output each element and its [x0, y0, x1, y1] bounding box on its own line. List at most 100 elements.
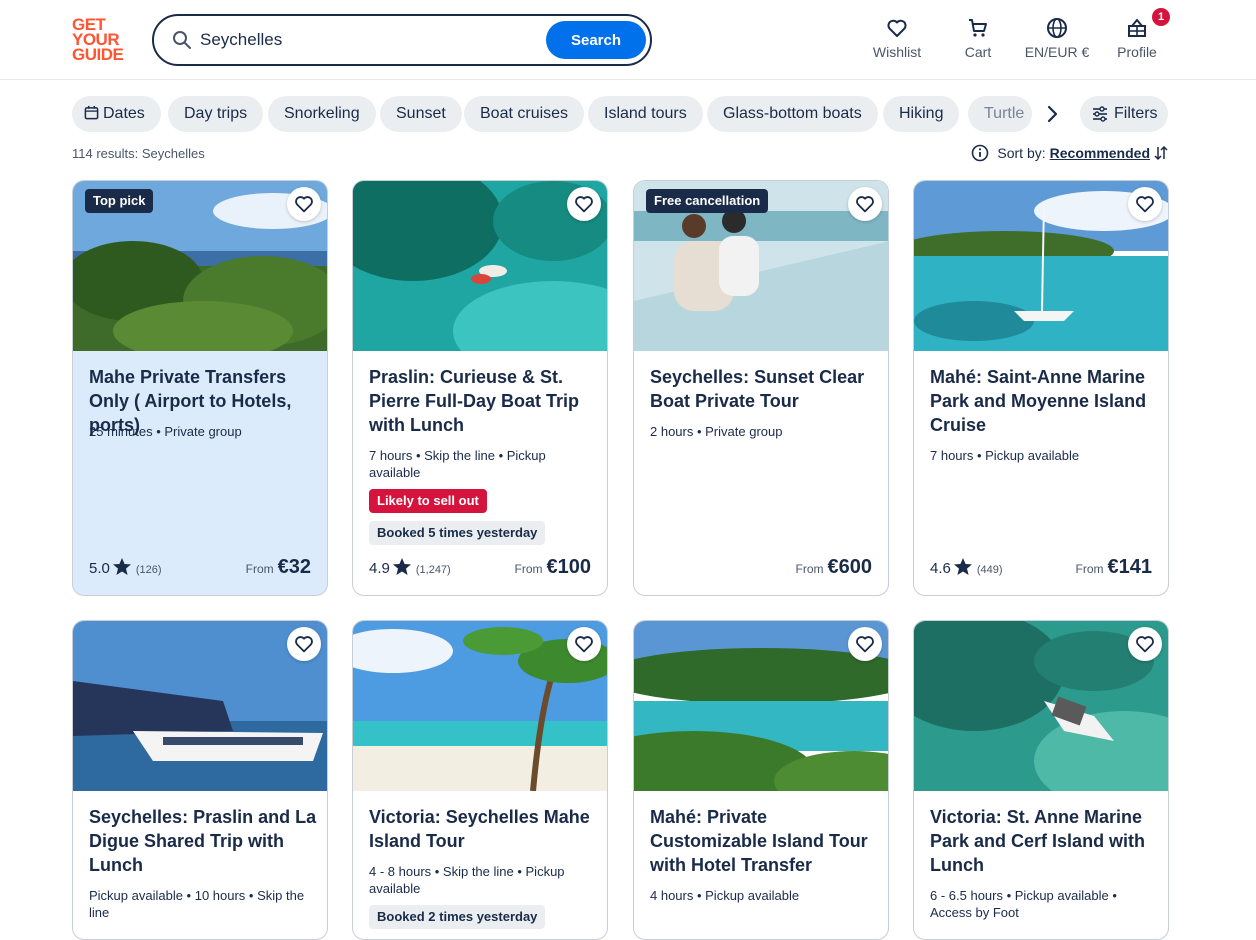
activity-meta: 4 hours • Pickup available	[650, 888, 800, 903]
search-input[interactable]	[200, 26, 530, 54]
activity-meta: 25 minutes • Private group	[89, 424, 242, 439]
free-cancellation-tag: Free cancellation	[646, 189, 769, 213]
activity-rating: 4.9 (1,247)	[369, 557, 451, 577]
wishlist-heart-button[interactable]	[848, 627, 882, 661]
nav-language-label: EN/EUR €	[1024, 44, 1090, 60]
notification-badge: 1	[1152, 8, 1170, 26]
chip-island-tours[interactable]: Island tours	[588, 96, 703, 132]
filters-label: Filters	[1114, 105, 1158, 122]
chip-day-trips[interactable]: Day trips	[168, 96, 264, 132]
activity-card[interactable]: Seychelles: Praslin and La Digue Shared …	[72, 620, 328, 940]
star-icon	[392, 558, 411, 575]
chip-snorkeling[interactable]: Snorkeling	[268, 96, 376, 132]
likely-to-sell-out-badge: Likely to sell out	[369, 489, 487, 513]
activity-price: From €32	[246, 556, 311, 579]
wishlist-heart-button[interactable]	[848, 187, 882, 221]
activity-title[interactable]: Mahé: Private Customizable Island Tour w…	[650, 805, 878, 877]
wishlist-heart-button[interactable]	[1128, 187, 1162, 221]
nav-profile-label: Profile	[1117, 44, 1157, 60]
price-value: €600	[827, 556, 873, 578]
chip-glass-bottom-boats[interactable]: Glass-bottom boats	[707, 96, 878, 132]
booked-badge: Booked 5 times yesterday	[369, 521, 546, 545]
nav-profile[interactable]: Profile 1	[1116, 8, 1170, 60]
star-icon	[112, 558, 131, 575]
heart-icon	[856, 196, 874, 213]
sort-value[interactable]: Recommended	[1050, 145, 1150, 161]
heart-icon	[295, 196, 313, 213]
activity-title[interactable]: Victoria: St. Anne Marine Park and Cerf …	[930, 805, 1158, 877]
activity-price: From €100	[515, 556, 592, 579]
activity-rating: 4.6 (449)	[930, 557, 1003, 577]
filters-button[interactable]: Filters	[1080, 96, 1168, 132]
booked-badge: Booked 2 times yesterday	[369, 905, 546, 929]
review-count: (1,247)	[415, 564, 451, 576]
activity-card[interactable]: Praslin: Curieuse & St. Pierre Full-Day …	[352, 180, 608, 596]
search-icon	[172, 30, 192, 50]
activity-meta: 7 hours • Skip the line • Pickup availab…	[369, 448, 546, 480]
activity-card[interactable]: Top pick Mahe Private Transfers Only ( A…	[72, 180, 328, 596]
chip-hiking[interactable]: Hiking	[883, 96, 960, 132]
filter-chip-bar: Dates Day trips Snorkeling Sunset Boat c…	[72, 96, 1172, 132]
profile-icon	[1128, 18, 1146, 37]
review-count: (449)	[976, 564, 1003, 576]
getyourguide-logo[interactable]: GET YOUR GUIDE	[72, 16, 130, 64]
activity-meta: 6 - 6.5 hours • Pickup available • Acces…	[930, 888, 1117, 920]
nav-wishlist[interactable]: Wishlist	[872, 16, 922, 60]
price-from-label: From	[795, 562, 824, 576]
rating-value: 4.9	[369, 560, 390, 577]
globe-icon	[1047, 18, 1067, 38]
nav-cart-label: Cart	[964, 44, 992, 60]
heart-icon	[575, 196, 593, 213]
nav-cart[interactable]: Cart	[958, 16, 998, 60]
chip-sunset[interactable]: Sunset	[380, 96, 462, 132]
wishlist-heart-button[interactable]	[287, 187, 321, 221]
chevron-right-icon[interactable]	[1040, 102, 1064, 126]
nav-language-currency[interactable]: EN/EUR €	[1022, 16, 1092, 60]
calendar-icon	[84, 105, 99, 120]
activity-card[interactable]: Mahé: Saint-Anne Marine Park and Moyenne…	[913, 180, 1169, 596]
rating-value: 5.0	[89, 560, 110, 577]
results-count: 114 results: Seychelles	[72, 146, 205, 161]
chip-turtle[interactable]: Turtle	[968, 96, 1032, 132]
cart-icon	[969, 19, 987, 37]
info-icon[interactable]	[971, 144, 989, 165]
price-from-label: From	[514, 562, 543, 576]
wishlist-heart-button[interactable]	[1128, 627, 1162, 661]
activity-title[interactable]: Praslin: Curieuse & St. Pierre Full-Day …	[369, 365, 597, 437]
activity-card[interactable]: Free cancellation Seychelles: Sunset Cle…	[633, 180, 889, 596]
search-button[interactable]: Search	[546, 21, 646, 59]
activity-card[interactable]: Victoria: St. Anne Marine Park and Cerf …	[913, 620, 1169, 940]
activity-meta: Pickup available • 10 hours • Skip the l…	[89, 888, 305, 920]
sliders-icon	[1093, 106, 1107, 122]
activity-title[interactable]: Victoria: Seychelles Mahe Island Tour	[369, 805, 597, 853]
heart-icon	[575, 636, 593, 653]
activity-price: From €141	[1076, 556, 1153, 579]
activity-title[interactable]: Seychelles: Praslin and La Digue Shared …	[89, 805, 317, 877]
activity-meta: 2 hours • Private group	[650, 424, 783, 439]
wishlist-heart-button[interactable]	[287, 627, 321, 661]
sort-label: Sort by:	[997, 145, 1046, 161]
wishlist-heart-button[interactable]	[567, 187, 601, 221]
top-pick-tag: Top pick	[85, 189, 154, 213]
search-bar: Search	[152, 14, 652, 66]
chip-boat-cruises[interactable]: Boat cruises	[464, 96, 585, 132]
activity-card[interactable]: Mahé: Private Customizable Island Tour w…	[633, 620, 889, 940]
price-value: €32	[277, 556, 311, 578]
activity-title[interactable]: Mahé: Saint-Anne Marine Park and Moyenne…	[930, 365, 1158, 437]
activity-meta: 4 - 8 hours • Skip the line • Pickup ava…	[369, 864, 565, 896]
activity-rating: 5.0 (126)	[89, 557, 162, 577]
heart-icon	[856, 636, 874, 653]
sort-control[interactable]: Sort by: Recommended	[971, 144, 1168, 165]
chip-dates[interactable]: Dates	[72, 96, 161, 132]
activity-title[interactable]: Seychelles: Sunset Clear Boat Private To…	[650, 365, 878, 413]
heart-icon	[295, 636, 313, 653]
activity-meta: 7 hours • Pickup available	[930, 448, 1080, 463]
activity-card[interactable]: Victoria: Seychelles Mahe Island Tour 4 …	[352, 620, 608, 940]
wishlist-heart-button[interactable]	[567, 627, 601, 661]
review-count: (126)	[135, 564, 162, 576]
logo-line-3: GUIDE	[72, 45, 124, 64]
sort-arrows-icon	[1154, 145, 1168, 164]
price-from-label: From	[1075, 562, 1104, 576]
price-value: €141	[1107, 556, 1153, 578]
nav-wishlist-label: Wishlist	[872, 44, 922, 60]
